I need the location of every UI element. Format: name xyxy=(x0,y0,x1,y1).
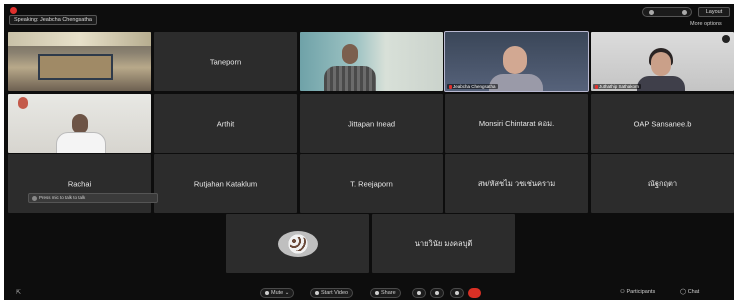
participant-name: นายวินัย มงคลบุตี xyxy=(414,238,473,248)
share-icon xyxy=(375,290,379,295)
participant-tile[interactable]: ณัฐกฤตา xyxy=(591,154,734,213)
video-tile[interactable]: Juthathip Sathakorn xyxy=(591,32,734,91)
settings-icon[interactable] xyxy=(682,10,687,15)
participant-tile[interactable]: Jittapan Inead xyxy=(300,94,443,153)
more-options-link[interactable]: More options xyxy=(690,21,722,27)
top-bar: Speaking: Jeabcha Chengsatha Layout More… xyxy=(4,4,734,32)
more-icon xyxy=(455,290,459,295)
participant-tile[interactable]: Arthit xyxy=(154,94,297,153)
start-video-button[interactable]: Start Video xyxy=(310,288,354,298)
participant-head xyxy=(72,114,88,134)
expand-icon[interactable]: ⇱ xyxy=(16,289,21,296)
meeting-window: Speaking: Jeabcha Chengsatha Layout More… xyxy=(4,4,734,300)
participant-label: Juthathip Sathakorn xyxy=(593,84,642,89)
video-tile[interactable] xyxy=(8,32,151,91)
window-backdrop xyxy=(8,32,151,46)
camera-icon xyxy=(722,35,730,43)
record-icon xyxy=(435,290,439,295)
more-button[interactable] xyxy=(450,288,464,298)
participant-head xyxy=(342,44,358,64)
participant-tile[interactable]: OAP Sansanee.b xyxy=(591,94,734,153)
avatar xyxy=(277,230,318,257)
participant-name: OAP Sansanee.b xyxy=(633,119,692,128)
participant-tile[interactable]: สพ/หัสชไม วชเช่นคราม xyxy=(445,154,588,213)
participant-name: Rutjahan Kataklum xyxy=(193,179,258,188)
participant-tile[interactable]: Rutjahan Kataklum xyxy=(154,154,297,213)
participant-head xyxy=(651,52,671,76)
user-icon xyxy=(32,196,37,201)
speaking-indicator: Speaking: Jeabcha Chengsatha xyxy=(9,15,97,25)
participant-tile[interactable]: Rachai xyxy=(8,154,151,213)
mic-muted-icon xyxy=(449,84,452,89)
avatar-image xyxy=(289,236,306,251)
participant-tile[interactable]: นายวินัย มงคลบุตี xyxy=(372,214,515,273)
participant-head xyxy=(503,46,527,74)
view-icon[interactable] xyxy=(649,10,654,15)
meeting-table xyxy=(38,54,113,80)
participants-button[interactable]: ⚇ Participants xyxy=(620,289,655,295)
participant-tile[interactable]: T. Reejaporn xyxy=(300,154,443,213)
chat-button[interactable]: ◯ Chat xyxy=(680,289,699,295)
participant-body xyxy=(324,66,376,91)
participant-name: Jittapan Inead xyxy=(347,119,396,128)
logo-icon xyxy=(18,97,28,109)
participant-name: Taneporn xyxy=(209,57,242,66)
meeting-controls-bar: ⇱ Mute ⌄ Start Video Share ⚇ Participant… xyxy=(4,286,734,300)
participant-body xyxy=(56,132,106,153)
share-button[interactable]: Share xyxy=(370,288,401,298)
record-button[interactable] xyxy=(430,288,444,298)
mic-muted-icon xyxy=(595,84,598,89)
recording-icon xyxy=(10,7,17,14)
participant-name: สพ/หัสชไม วชเช่นคราม xyxy=(477,178,556,188)
video-tile[interactable] xyxy=(300,32,443,91)
video-camera-icon xyxy=(315,290,319,295)
participant-name: ณัฐกฤตา xyxy=(647,178,678,188)
reaction-icon xyxy=(417,290,421,295)
view-controls[interactable] xyxy=(642,7,692,17)
leave-button[interactable] xyxy=(468,288,481,298)
participant-name: Rachai xyxy=(67,179,92,188)
layout-button[interactable]: Layout xyxy=(698,7,730,17)
participant-tile[interactable] xyxy=(226,214,369,273)
reactions-button[interactable] xyxy=(412,288,426,298)
video-tile[interactable] xyxy=(8,94,151,153)
participant-name: Monsiri Chintarat คอม. xyxy=(478,118,555,128)
participant-tile[interactable]: Taneporn xyxy=(154,32,297,91)
participant-tile[interactable]: Monsiri Chintarat คอม. xyxy=(445,94,588,153)
self-view-chip[interactable]: Press mic to talk to talk xyxy=(28,193,158,203)
participant-name: T. Reejaporn xyxy=(350,179,393,188)
participant-body xyxy=(637,76,685,91)
participant-name: Arthit xyxy=(216,119,235,128)
participant-label: Jeabcha Chengsatha xyxy=(447,84,498,89)
mute-button[interactable]: Mute ⌄ xyxy=(260,288,295,298)
active-speaker-tile[interactable]: Jeabcha Chengsatha xyxy=(444,31,589,92)
mic-icon xyxy=(265,290,269,295)
